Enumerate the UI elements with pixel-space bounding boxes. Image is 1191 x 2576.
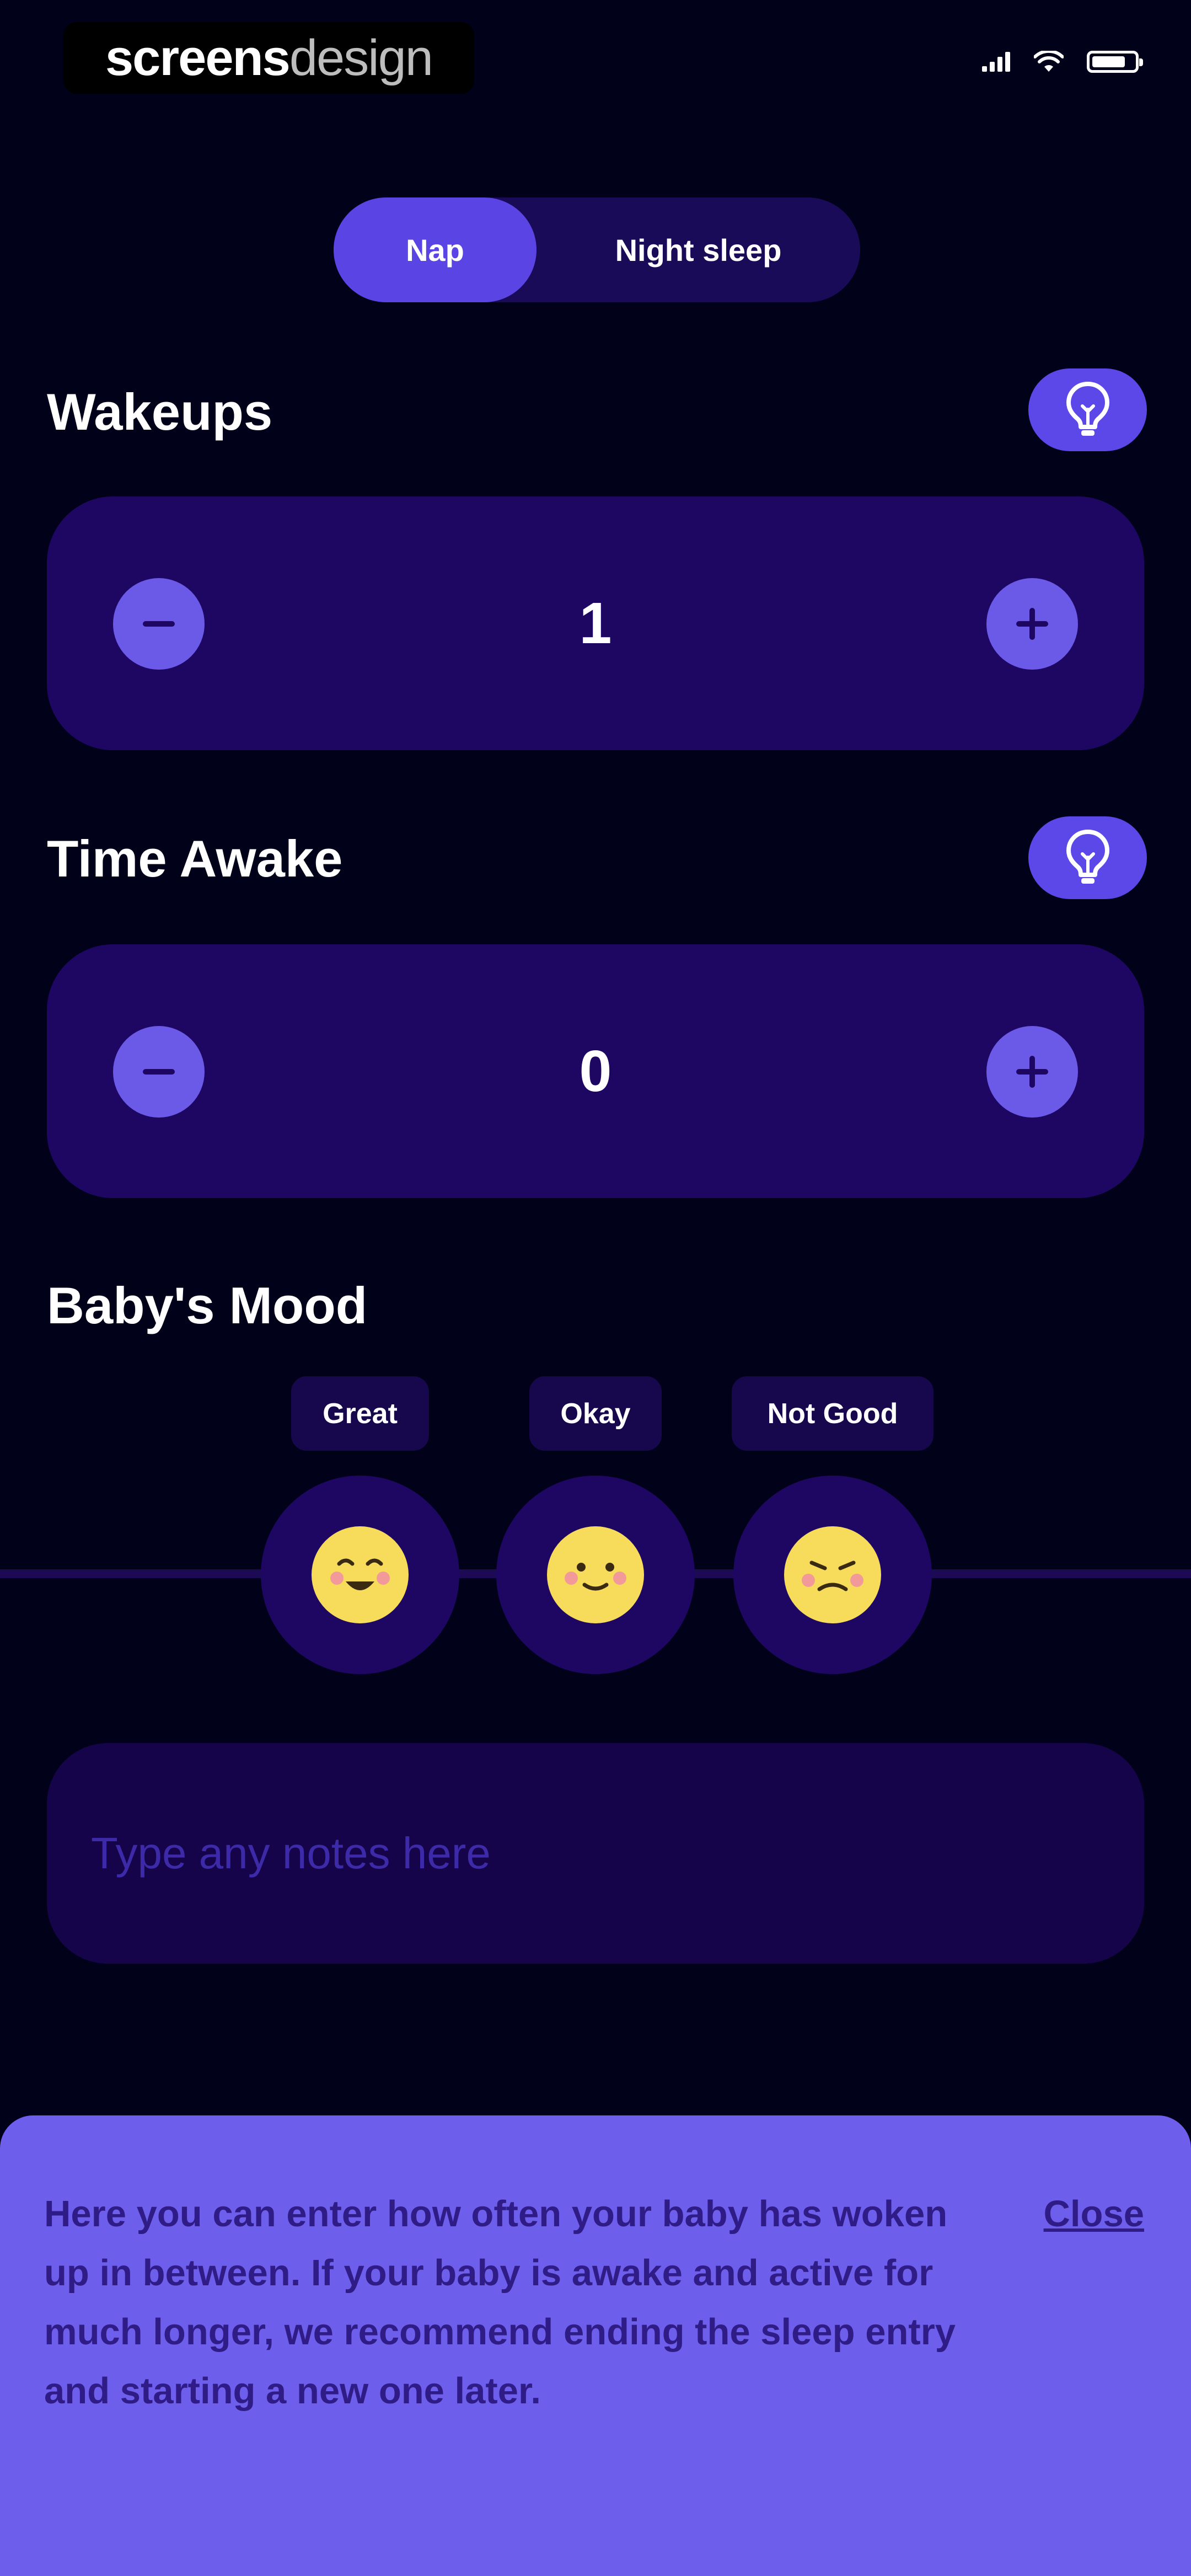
tab-nap[interactable]: Nap	[334, 197, 537, 302]
plus-icon	[1016, 1056, 1048, 1088]
help-tooltip-panel: Here you can enter how often your baby h…	[0, 2115, 1191, 2576]
sad-face-icon	[784, 1526, 881, 1623]
lightbulb-icon	[1066, 830, 1109, 884]
sleep-type-toggle: Nap Night sleep	[334, 197, 860, 302]
help-tooltip-text: Here you can enter how often your baby h…	[44, 2193, 956, 2412]
battery-icon	[1087, 51, 1143, 73]
happy-face-icon	[312, 1526, 409, 1623]
mood-title: Baby's Mood	[47, 1276, 368, 1334]
mood-button-okay[interactable]	[496, 1476, 695, 1674]
time-awake-title: Time Awake	[47, 830, 343, 888]
time-awake-stepper: 0	[47, 944, 1144, 1198]
wakeups-title: Wakeups	[47, 383, 273, 441]
mood-button-not-good[interactable]	[733, 1476, 932, 1674]
lightbulb-icon	[1066, 382, 1109, 436]
tab-night-sleep[interactable]: Night sleep	[537, 197, 860, 302]
mood-option-okay: Okay	[495, 1376, 696, 1674]
status-bar: screens design	[0, 0, 1191, 116]
wakeups-tip-button[interactable]	[1028, 368, 1147, 451]
brand-logo-part1: screens	[105, 29, 291, 86]
time-awake-increment-button[interactable]	[986, 1026, 1078, 1118]
brand-logo-part2: design	[289, 29, 433, 86]
signal-icon	[982, 52, 1010, 72]
wakeups-stepper: 1	[47, 496, 1144, 750]
time-awake-value: 0	[579, 1038, 612, 1104]
wifi-icon	[1034, 51, 1064, 72]
plus-icon	[1016, 608, 1048, 640]
neutral-face-icon	[547, 1526, 644, 1623]
mood-label-okay: Okay	[529, 1376, 662, 1451]
mood-label-not-good: Not Good	[732, 1376, 934, 1451]
time-awake-tip-button[interactable]	[1028, 816, 1147, 899]
status-icons	[982, 51, 1143, 73]
mood-button-great[interactable]	[261, 1476, 459, 1674]
notes-input[interactable]	[47, 1743, 1144, 1964]
close-button[interactable]: Close	[1044, 2184, 1144, 2243]
mood-option-great: Great	[259, 1376, 461, 1674]
wakeups-value: 1	[579, 590, 612, 656]
mood-label-great: Great	[291, 1376, 429, 1451]
wakeups-increment-button[interactable]	[986, 578, 1078, 670]
mood-option-not-good: Not Good	[732, 1376, 934, 1674]
brand-logo: screens design	[63, 22, 474, 94]
